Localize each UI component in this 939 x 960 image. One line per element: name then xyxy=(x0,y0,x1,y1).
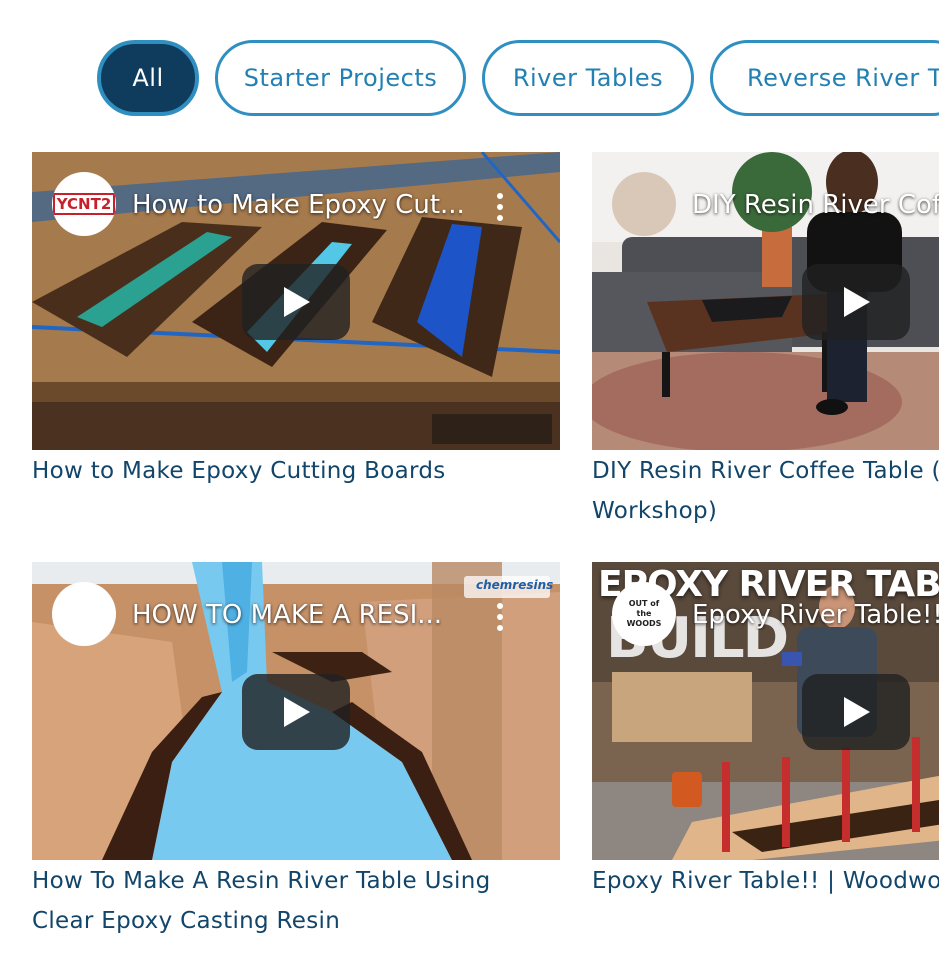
channel-logo[interactable]: YCNT2 xyxy=(52,172,116,236)
video-caption[interactable]: How To Make A Resin River Table Using Cl… xyxy=(32,861,491,941)
play-icon xyxy=(844,287,870,317)
video-caption[interactable]: DIY Resin River Coffee Table ( Workshop) xyxy=(592,451,939,531)
channel-logo[interactable]: OUT of the WOODS xyxy=(612,582,676,646)
product-jugs-image xyxy=(52,582,116,646)
video-card[interactable]: DIY Resin River Cof DIY Resin River Coff… xyxy=(592,152,939,532)
play-button[interactable] xyxy=(802,674,910,750)
video-card[interactable]: chemresins HOW TO MAKE A RESI... How To … xyxy=(32,562,560,942)
play-button[interactable] xyxy=(802,264,910,340)
video-card[interactable]: YCNT2 How to Make Epoxy Cut... How to Ma… xyxy=(32,152,560,512)
more-options-icon[interactable] xyxy=(496,192,504,222)
video-thumbnail[interactable]: chemresins HOW TO MAKE A RESI... xyxy=(32,562,560,860)
filter-reverse-river-tables[interactable]: Reverse River Ta xyxy=(710,40,939,116)
category-filter-bar: All Starter Projects River Tables Revers… xyxy=(0,40,939,120)
play-icon xyxy=(284,697,310,727)
filter-starter-projects[interactable]: Starter Projects xyxy=(215,40,466,116)
avatar-image xyxy=(612,172,676,236)
play-icon xyxy=(844,697,870,727)
video-overlay-title: DIY Resin River Cof xyxy=(692,190,939,220)
video-thumbnail[interactable]: EPOXY RIVER TABLE BUILD OUT of the WOODS… xyxy=(592,562,939,860)
video-overlay-title: How to Make Epoxy Cut... xyxy=(132,190,462,220)
channel-avatar[interactable] xyxy=(612,172,676,236)
video-thumbnail[interactable]: YCNT2 How to Make Epoxy Cut... xyxy=(32,152,560,450)
more-options-icon[interactable] xyxy=(496,602,504,632)
filter-all[interactable]: All xyxy=(97,40,199,116)
video-caption[interactable]: How to Make Epoxy Cutting Boards xyxy=(32,451,446,491)
play-button[interactable] xyxy=(242,674,350,750)
video-card[interactable]: EPOXY RIVER TABLE BUILD OUT of the WOODS… xyxy=(592,562,939,942)
filter-river-tables[interactable]: River Tables xyxy=(482,40,694,116)
video-overlay-title: Epoxy River Table!! xyxy=(692,600,939,630)
watermark: chemresins xyxy=(476,578,554,592)
video-caption[interactable]: Epoxy River Table!! | Woodwor xyxy=(592,861,939,901)
channel-logo[interactable] xyxy=(52,582,116,646)
play-button[interactable] xyxy=(242,264,350,340)
video-thumbnail[interactable]: DIY Resin River Cof xyxy=(592,152,939,450)
play-icon xyxy=(284,287,310,317)
video-overlay-title: HOW TO MAKE A RESI... xyxy=(132,600,443,630)
